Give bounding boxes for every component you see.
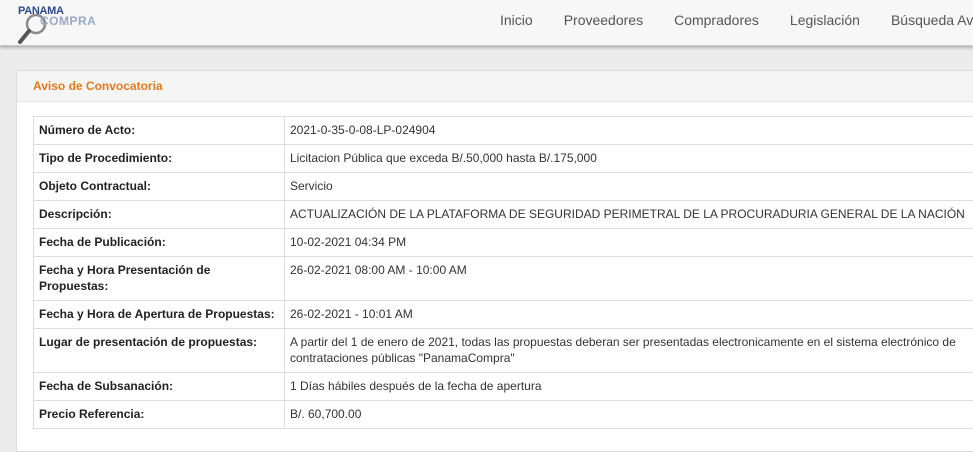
main-nav: Inicio Proveedores Compradores Legislación B… bbox=[500, 12, 973, 30]
aviso-details-table: Número de Acto:2021-0-35-0-08-LP-024904T… bbox=[33, 116, 973, 429]
table-row: Número de Acto:2021-0-35-0-08-LP-024904 bbox=[34, 117, 973, 145]
field-value: Licitacion Pública que exceda B/.50,000 … bbox=[285, 145, 973, 173]
table-row: Fecha y Hora Presentación de Propuestas:… bbox=[34, 257, 973, 301]
field-label: Fecha de Publicación: bbox=[34, 229, 285, 257]
nav-legislacion[interactable]: Legislación bbox=[790, 12, 860, 28]
field-value: ACTUALIZACIÓN DE LA PLATAFORMA DE SEGURI… bbox=[285, 201, 973, 229]
nav-compradores[interactable]: Compradores bbox=[674, 12, 759, 28]
table-row: Lugar de presentación de propuestas:A pa… bbox=[34, 329, 973, 373]
field-value: A partir del 1 de enero de 2021, todas l… bbox=[285, 329, 973, 373]
nav-inicio[interactable]: Inicio bbox=[500, 12, 533, 28]
table-row: Objeto Contractual:Servicio bbox=[34, 173, 973, 201]
aviso-panel: Aviso de Convocatoria Número de Acto:202… bbox=[16, 70, 973, 452]
table-row: Tipo de Procedimiento:Licitacion Pública… bbox=[34, 145, 973, 173]
field-label: Fecha y Hora de Apertura de Propuestas: bbox=[34, 301, 285, 329]
panamacompra-logo[interactable]: PANAMA COMPRA bbox=[16, 2, 96, 44]
table-row: Precio Referencia:B/. 60,700.00 bbox=[34, 401, 973, 429]
field-label: Tipo de Procedimiento: bbox=[34, 145, 285, 173]
field-value: 26-02-2021 08:00 AM - 10:00 AM bbox=[285, 257, 973, 301]
field-label: Objeto Contractual: bbox=[34, 173, 285, 201]
field-value: 2021-0-35-0-08-LP-024904 bbox=[285, 117, 973, 145]
top-navbar: PANAMA COMPRA Inicio Proveedores Comprador… bbox=[0, 0, 973, 46]
table-row: Fecha y Hora de Apertura de Propuestas:2… bbox=[34, 301, 973, 329]
field-value: 1 Días hábiles después de la fecha de ap… bbox=[285, 373, 973, 401]
field-label: Precio Referencia: bbox=[34, 401, 285, 429]
table-row: Descripción:ACTUALIZACIÓN DE LA PLATAFOR… bbox=[34, 201, 973, 229]
field-value: B/. 60,700.00 bbox=[285, 401, 973, 429]
nav-busqueda-avanzada[interactable]: Búsqueda Av bbox=[891, 12, 973, 28]
logo-text-bottom: COMPRA bbox=[40, 14, 96, 28]
field-value: 26-02-2021 - 10:01 AM bbox=[285, 301, 973, 329]
field-label: Fecha de Subsanación: bbox=[34, 373, 285, 401]
table-row: Fecha de Publicación:10-02-2021 04:34 PM bbox=[34, 229, 973, 257]
field-label: Número de Acto: bbox=[34, 117, 285, 145]
table-row: Fecha de Subsanación:1 Días hábiles desp… bbox=[34, 373, 973, 401]
nav-proveedores[interactable]: Proveedores bbox=[564, 12, 643, 28]
field-value: Servicio bbox=[285, 173, 973, 201]
field-value: 10-02-2021 04:34 PM bbox=[285, 229, 973, 257]
field-label: Lugar de presentación de propuestas: bbox=[34, 329, 285, 373]
field-label: Descripción: bbox=[34, 201, 285, 229]
panel-title: Aviso de Convocatoria bbox=[17, 71, 973, 102]
field-label: Fecha y Hora Presentación de Propuestas: bbox=[34, 257, 285, 301]
